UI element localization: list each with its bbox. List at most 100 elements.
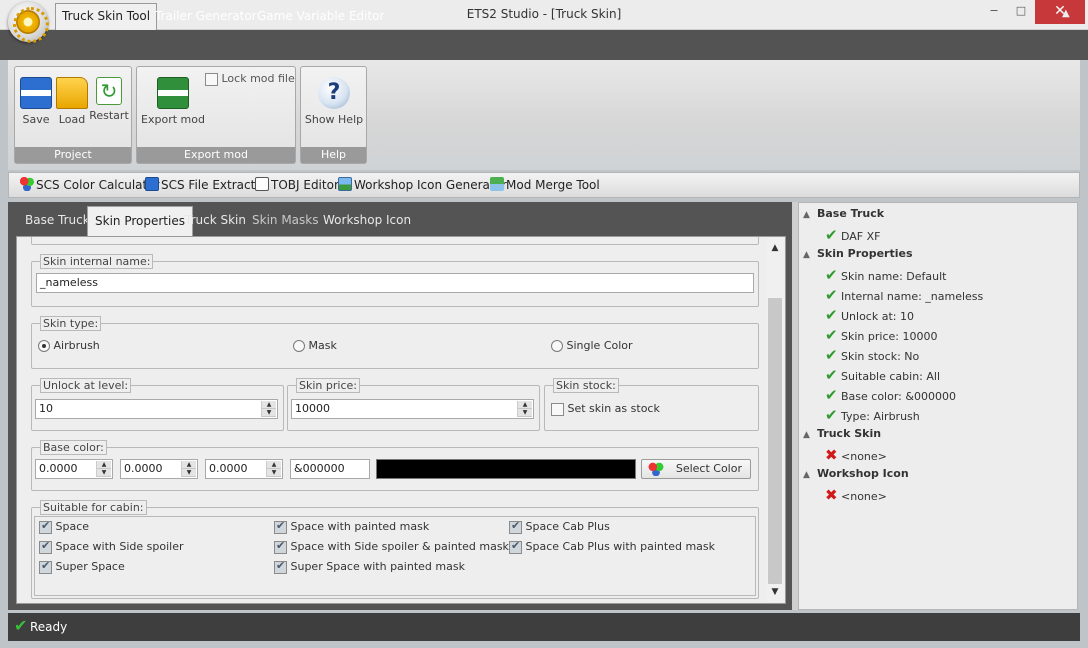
ribbon-tab-bar xyxy=(0,30,1088,60)
set-skin-as-stock-checkbox[interactable]: Set skin as stock xyxy=(551,402,660,416)
error-x-icon: ✖ xyxy=(825,446,838,464)
check-icon: ✔ xyxy=(825,366,838,384)
cabin-checkbox-list: Space Space with Side spoiler Super Spac… xyxy=(34,516,756,596)
workshop-icon-generator-button[interactable]: Workshop Icon Generator xyxy=(338,177,507,192)
cabin-checkbox[interactable]: Space Cab Plus with painted mask xyxy=(509,539,715,554)
tab-truck-skin[interactable]: Truck Skin xyxy=(178,208,253,235)
merge-icon xyxy=(490,177,504,191)
check-icon: ✔ xyxy=(825,386,838,404)
tree-node-base-truck[interactable]: ▲ Base Truck xyxy=(803,207,884,220)
radio-airbrush[interactable]: Airbrush xyxy=(38,339,100,352)
tab-workshop-icon[interactable]: Workshop Icon xyxy=(316,208,418,235)
skin-type-group: Skin type: Airbrush Mask Single Color xyxy=(31,316,759,369)
skin-price-input[interactable]: 10000 ▲ ▼ xyxy=(291,399,534,419)
save-disk-icon xyxy=(20,77,52,109)
help-question-icon: ? xyxy=(318,77,350,109)
check-icon: ✔ xyxy=(825,346,838,364)
error-x-icon: ✖ xyxy=(825,486,838,504)
help-group-label: Help xyxy=(301,147,366,163)
spin-up-icon: ▲ xyxy=(518,401,532,409)
extractor-icon xyxy=(145,177,159,191)
status-text: Ready xyxy=(30,620,68,634)
save-button[interactable]: Save xyxy=(19,77,53,126)
check-icon: ✔ xyxy=(825,266,838,284)
cabin-checkbox[interactable]: Space Cab Plus xyxy=(509,519,610,534)
tree-item: ✔ Skin stock: No xyxy=(825,346,920,364)
radio-mask[interactable]: Mask xyxy=(293,339,337,352)
scs-color-calculator-button[interactable]: SCS Color Calculator xyxy=(20,177,160,192)
tree-item: ✔ Suitable cabin: All xyxy=(825,366,941,384)
radio-single-color[interactable]: Single Color xyxy=(551,339,633,352)
base-color-green-input[interactable]: 0.0000 ▲ ▼ xyxy=(120,459,198,479)
collapse-icon: ▲ xyxy=(803,210,810,220)
unlock-level-input[interactable]: 10 ▲ ▼ xyxy=(35,399,278,419)
close-button[interactable]: ✕ xyxy=(1035,0,1085,24)
tree-item: ✔ Skin price: 10000 xyxy=(825,326,938,344)
tab-trailer-generator[interactable]: Trailer Generator xyxy=(149,6,263,30)
base-color-red-input[interactable]: 0.0000 ▲ ▼ xyxy=(35,459,113,479)
mod-merge-tool-button[interactable]: Mod Merge Tool xyxy=(490,177,600,192)
top-partial-group xyxy=(31,237,759,245)
export-disk-icon xyxy=(157,77,189,109)
unlock-level-label: Unlock at level: xyxy=(40,378,132,393)
skin-internal-name-input[interactable]: _nameless xyxy=(36,273,754,293)
tree-item: ✔ Type: Airbrush xyxy=(825,406,920,424)
load-button[interactable]: Load xyxy=(55,77,89,126)
skin-price-label: Skin price: xyxy=(296,378,360,393)
unlock-level-group: Unlock at level: 10 ▲ ▼ xyxy=(31,378,284,431)
suitable-cabin-label: Suitable for cabin: xyxy=(40,500,147,515)
lock-mod-file-checkbox[interactable]: Lock mod file xyxy=(205,72,295,86)
spin-down-icon: ▼ xyxy=(518,409,532,417)
scroll-up-icon[interactable]: ▲ xyxy=(766,240,784,256)
tree-node-truck-skin[interactable]: ▲ Truck Skin xyxy=(803,427,881,440)
unlock-level-spinner[interactable]: ▲ ▼ xyxy=(261,401,276,417)
cabin-checkbox[interactable]: Super Space with painted mask xyxy=(274,559,465,574)
base-color-label: Base color: xyxy=(40,440,107,455)
tab-game-variable-editor[interactable]: Game Variable Editor xyxy=(251,6,390,30)
collapse-icon: ▲ xyxy=(803,250,810,260)
skin-stock-label: Skin stock: xyxy=(553,378,619,393)
cabin-checkbox[interactable]: Super Space xyxy=(39,559,125,574)
spin-down-icon: ▼ xyxy=(262,409,276,417)
tab-base-truck[interactable]: Base Truck xyxy=(18,208,97,235)
skin-price-group: Skin price: 10000 ▲ ▼ xyxy=(287,378,540,431)
color-circles-icon xyxy=(648,462,664,476)
tab-truck-skin-tool[interactable]: Truck Skin Tool xyxy=(55,3,158,30)
scs-file-extractor-button[interactable]: SCS File Extractor xyxy=(145,177,268,192)
export-group-label: Export mod xyxy=(137,147,295,163)
tree-node-workshop-icon[interactable]: ▲ Workshop Icon xyxy=(803,467,909,480)
skin-type-label: Skin type: xyxy=(40,316,102,331)
tab-skin-masks[interactable]: Skin Masks xyxy=(245,208,325,235)
base-color-swatch xyxy=(376,459,636,479)
base-color-hex-input[interactable]: &000000 xyxy=(290,459,370,479)
cabin-checkbox[interactable]: Space with Side spoiler & painted mask xyxy=(274,539,509,554)
tobj-editor-button[interactable]: TOBJ Editor xyxy=(255,177,339,192)
cabin-checkbox[interactable]: Space with painted mask xyxy=(274,519,429,534)
tree-item: ✖ <none> xyxy=(825,486,887,504)
application-menu-button[interactable] xyxy=(8,2,49,43)
select-color-button[interactable]: Select Color xyxy=(641,459,751,479)
project-group: Save Load ↻ Restart Project xyxy=(14,66,132,164)
check-icon: ✔ xyxy=(825,326,838,344)
status-bar xyxy=(8,613,1080,641)
lock-mod-file-box[interactable] xyxy=(205,72,218,86)
scroll-thumb[interactable] xyxy=(768,298,782,584)
minimize-button[interactable]: ‒ xyxy=(980,0,1008,24)
export-mod-button[interactable]: Export mod xyxy=(141,77,205,126)
base-color-blue-input[interactable]: 0.0000 ▲ ▼ xyxy=(205,459,283,479)
cabin-checkbox[interactable]: Space with Side spoiler xyxy=(39,539,183,554)
color-circles-icon xyxy=(20,177,34,191)
spin-up-icon: ▲ xyxy=(262,401,276,409)
tree-item: ✔ DAF XF xyxy=(825,226,881,244)
tree-item: ✔ Unlock at: 10 xyxy=(825,306,914,324)
maximize-button[interactable]: □ xyxy=(1008,0,1034,24)
scroll-down-icon[interactable]: ▼ xyxy=(766,584,784,600)
cabin-checkbox[interactable]: Space xyxy=(39,519,89,534)
form-scrollbar[interactable]: ▲ ▼ xyxy=(766,238,784,602)
ribbon-collapse-icon[interactable]: ▲ xyxy=(1062,8,1070,19)
show-help-button[interactable]: ? Show Help xyxy=(303,77,365,126)
skin-price-spinner[interactable]: ▲ ▼ xyxy=(517,401,532,417)
export-group: Export mod Lock mod file Export mod xyxy=(136,66,296,164)
tree-node-skin-properties[interactable]: ▲ Skin Properties xyxy=(803,247,913,260)
restart-button[interactable]: ↻ Restart xyxy=(89,77,129,122)
